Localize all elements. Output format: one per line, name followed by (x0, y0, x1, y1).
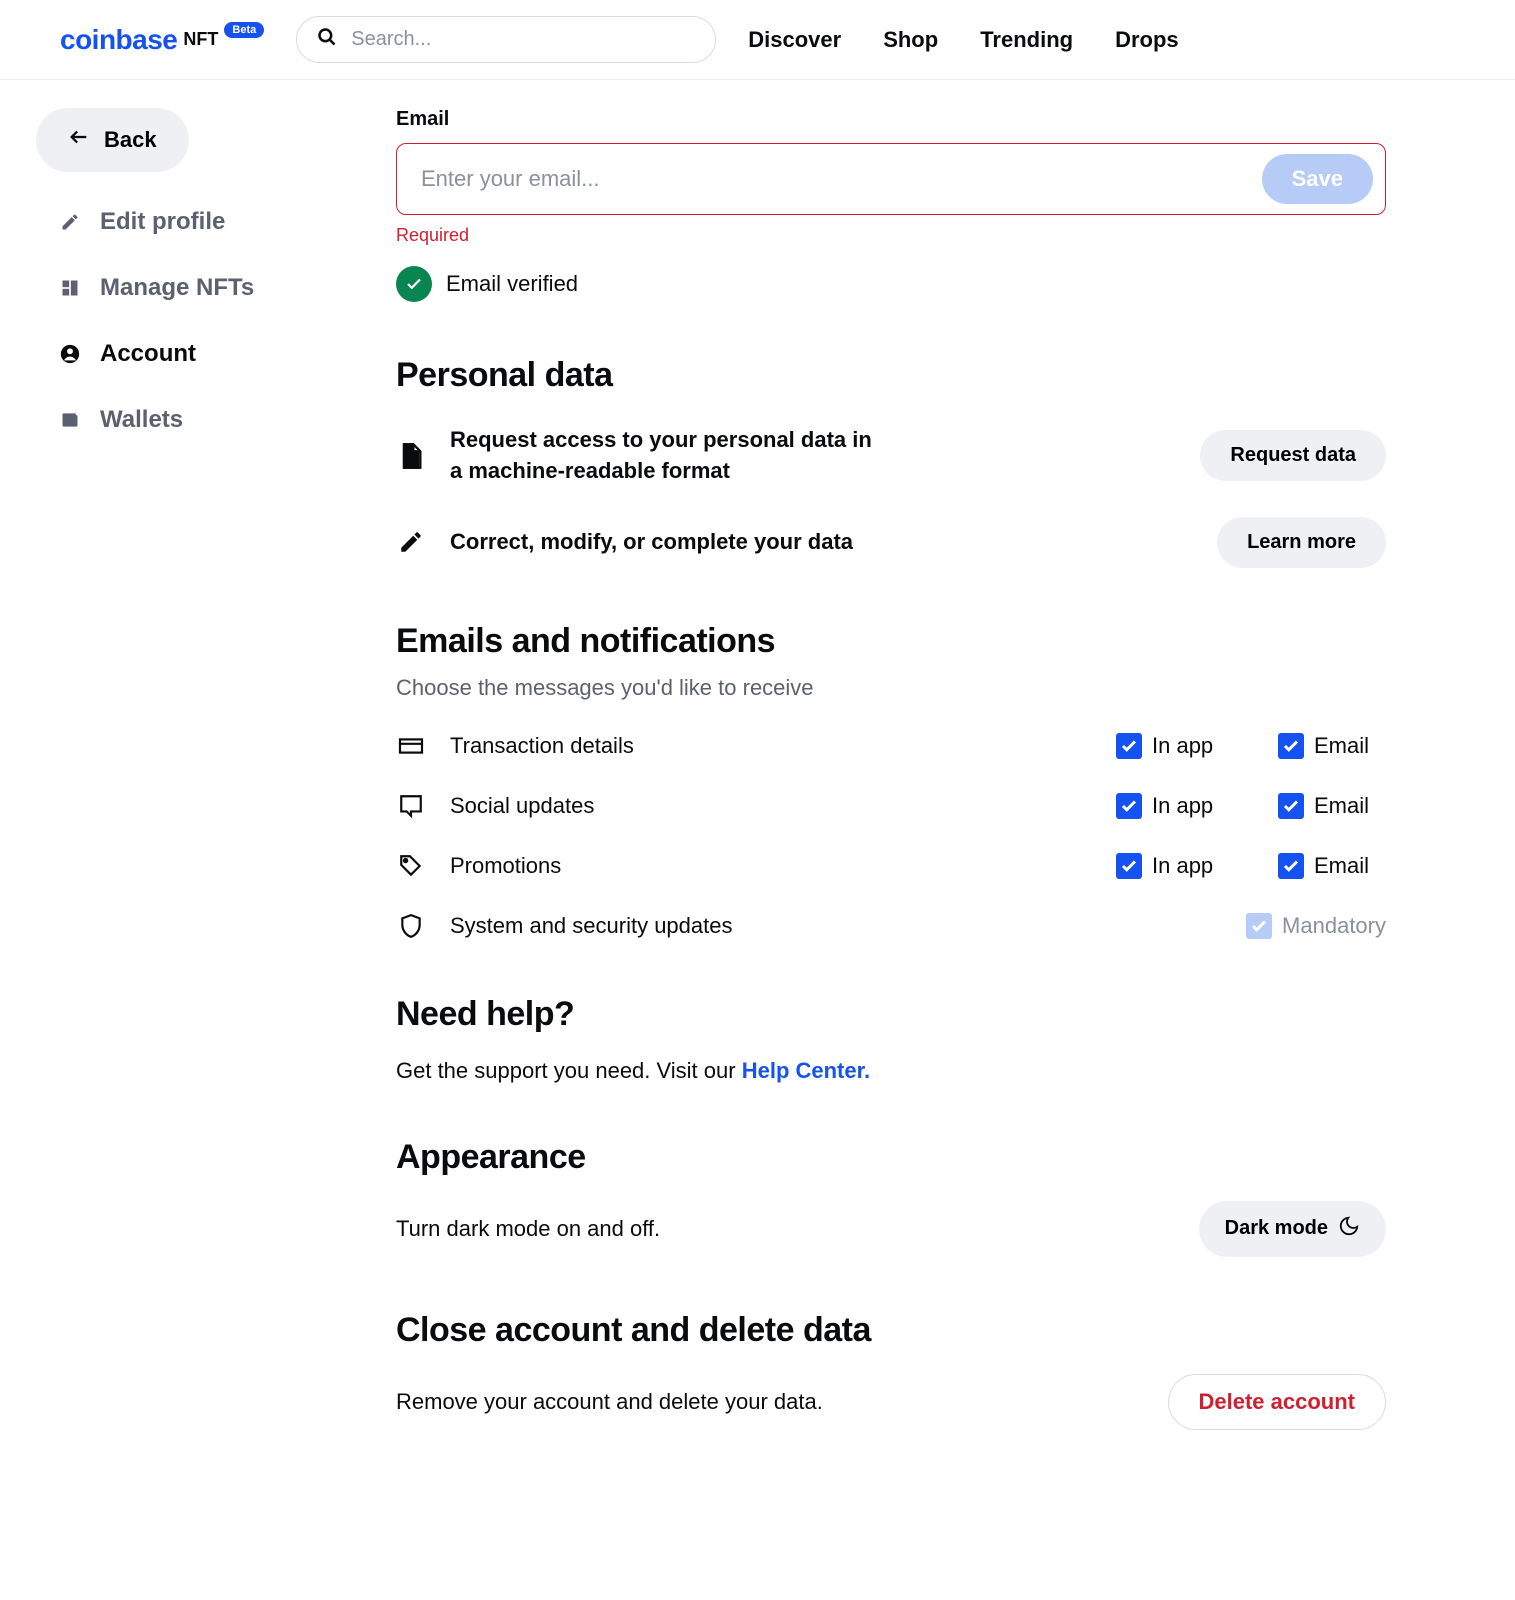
help-heading: Need help? (396, 995, 1386, 1034)
checkbox-inapp[interactable] (1116, 853, 1142, 879)
delete-account-button[interactable]: Delete account (1168, 1374, 1387, 1430)
arrow-left-icon (68, 126, 90, 154)
credit-card-icon (396, 731, 426, 761)
email-input-wrap: Save (396, 143, 1386, 215)
cb-label-email: Email (1314, 793, 1369, 819)
account-icon (58, 342, 82, 366)
dark-mode-button[interactable]: Dark mode (1199, 1201, 1386, 1257)
notif-label: Social updates (450, 793, 1092, 819)
checkbox-email[interactable] (1278, 733, 1304, 759)
sidebar-item-label: Edit profile (100, 208, 225, 236)
beta-badge: Beta (224, 22, 264, 38)
notif-row-security: System and security updates Mandatory (396, 911, 1386, 941)
help-text-body: Get the support you need. Visit our (396, 1058, 742, 1083)
wallet-icon (58, 408, 82, 432)
logo-nft: NFT (183, 29, 218, 50)
dark-mode-label: Dark mode (1225, 1217, 1328, 1240)
checkbox-mandatory (1246, 913, 1272, 939)
search-box[interactable] (296, 16, 716, 63)
shield-icon (396, 911, 426, 941)
appearance-text: Turn dark mode on and off. (396, 1216, 1199, 1242)
save-button[interactable]: Save (1262, 154, 1373, 204)
email-label: Email (396, 108, 1386, 131)
nav-drops[interactable]: Drops (1115, 27, 1179, 53)
email-input[interactable] (421, 166, 1250, 192)
cb-label-inapp: In app (1152, 853, 1213, 879)
cb-label-email: Email (1314, 853, 1369, 879)
checkbox-inapp[interactable] (1116, 733, 1142, 759)
sidebar-item-manage-nfts[interactable]: Manage NFTs (58, 274, 356, 302)
main-content: Email Save Required Email verified Perso… (396, 108, 1386, 1430)
sidebar-item-label: Wallets (100, 406, 183, 434)
grid-icon (58, 276, 82, 300)
close-heading: Close account and delete data (396, 1311, 1386, 1350)
close-text: Remove your account and delete your data… (396, 1389, 1168, 1415)
appearance-heading: Appearance (396, 1138, 1386, 1177)
document-icon (396, 441, 426, 471)
sidebar-item-label: Account (100, 340, 196, 368)
logo-coinbase: coinbase (60, 24, 177, 56)
chat-icon (396, 791, 426, 821)
top-header: coinbase NFT Beta Discover Shop Trending… (0, 0, 1515, 80)
checkbox-email[interactable] (1278, 853, 1304, 879)
back-label: Back (104, 127, 157, 153)
back-button[interactable]: Back (36, 108, 189, 172)
notifications-sub: Choose the messages you'd like to receiv… (396, 675, 1386, 701)
cb-label-email: Email (1314, 733, 1369, 759)
email-required: Required (396, 225, 1386, 246)
personal-modify-row: Correct, modify, or complete your data L… (396, 517, 1386, 568)
personal-data-heading: Personal data (396, 356, 1386, 395)
nav-trending[interactable]: Trending (980, 27, 1073, 53)
sidebar-item-wallets[interactable]: Wallets (58, 406, 356, 434)
notif-label: Transaction details (450, 733, 1092, 759)
nav-discover[interactable]: Discover (748, 27, 841, 53)
personal-modify-text: Correct, modify, or complete your data (450, 527, 890, 558)
logo[interactable]: coinbase NFT Beta (60, 24, 264, 56)
help-text: Get the support you need. Visit our Help… (396, 1058, 1386, 1084)
personal-request-row: Request access to your personal data in … (396, 425, 1386, 487)
sidebar: Back Edit profile Manage NFTs Account (36, 108, 356, 1430)
cb-label-mandatory: Mandatory (1282, 913, 1386, 939)
sidebar-item-label: Manage NFTs (100, 274, 254, 302)
cb-label-inapp: In app (1152, 793, 1213, 819)
email-verified: Email verified (396, 266, 1386, 302)
search-icon (317, 27, 337, 52)
pencil-icon (58, 210, 82, 234)
sidebar-item-edit-profile[interactable]: Edit profile (58, 208, 356, 236)
checkbox-inapp[interactable] (1116, 793, 1142, 819)
request-data-button[interactable]: Request data (1200, 430, 1386, 481)
personal-request-text: Request access to your personal data in … (450, 425, 890, 487)
check-circle-icon (396, 266, 432, 302)
notif-row-social: Social updates In app Email (396, 791, 1386, 821)
notif-row-transaction: Transaction details In app Email (396, 731, 1386, 761)
search-input[interactable] (351, 28, 695, 51)
nav-links: Discover Shop Trending Drops (748, 27, 1178, 53)
cb-label-inapp: In app (1152, 733, 1213, 759)
sidebar-item-account[interactable]: Account (58, 340, 356, 368)
notifications-heading: Emails and notifications (396, 622, 1386, 661)
checkbox-email[interactable] (1278, 793, 1304, 819)
verified-text: Email verified (446, 271, 578, 297)
notif-row-promotions: Promotions In app Email (396, 851, 1386, 881)
nav-shop[interactable]: Shop (883, 27, 938, 53)
help-center-link[interactable]: Help Center. (742, 1058, 870, 1083)
pencil-icon (396, 527, 426, 557)
tag-icon (396, 851, 426, 881)
notif-label: Promotions (450, 853, 1092, 879)
moon-icon (1338, 1215, 1360, 1243)
notif-label: System and security updates (450, 913, 1222, 939)
learn-more-button[interactable]: Learn more (1217, 517, 1386, 568)
